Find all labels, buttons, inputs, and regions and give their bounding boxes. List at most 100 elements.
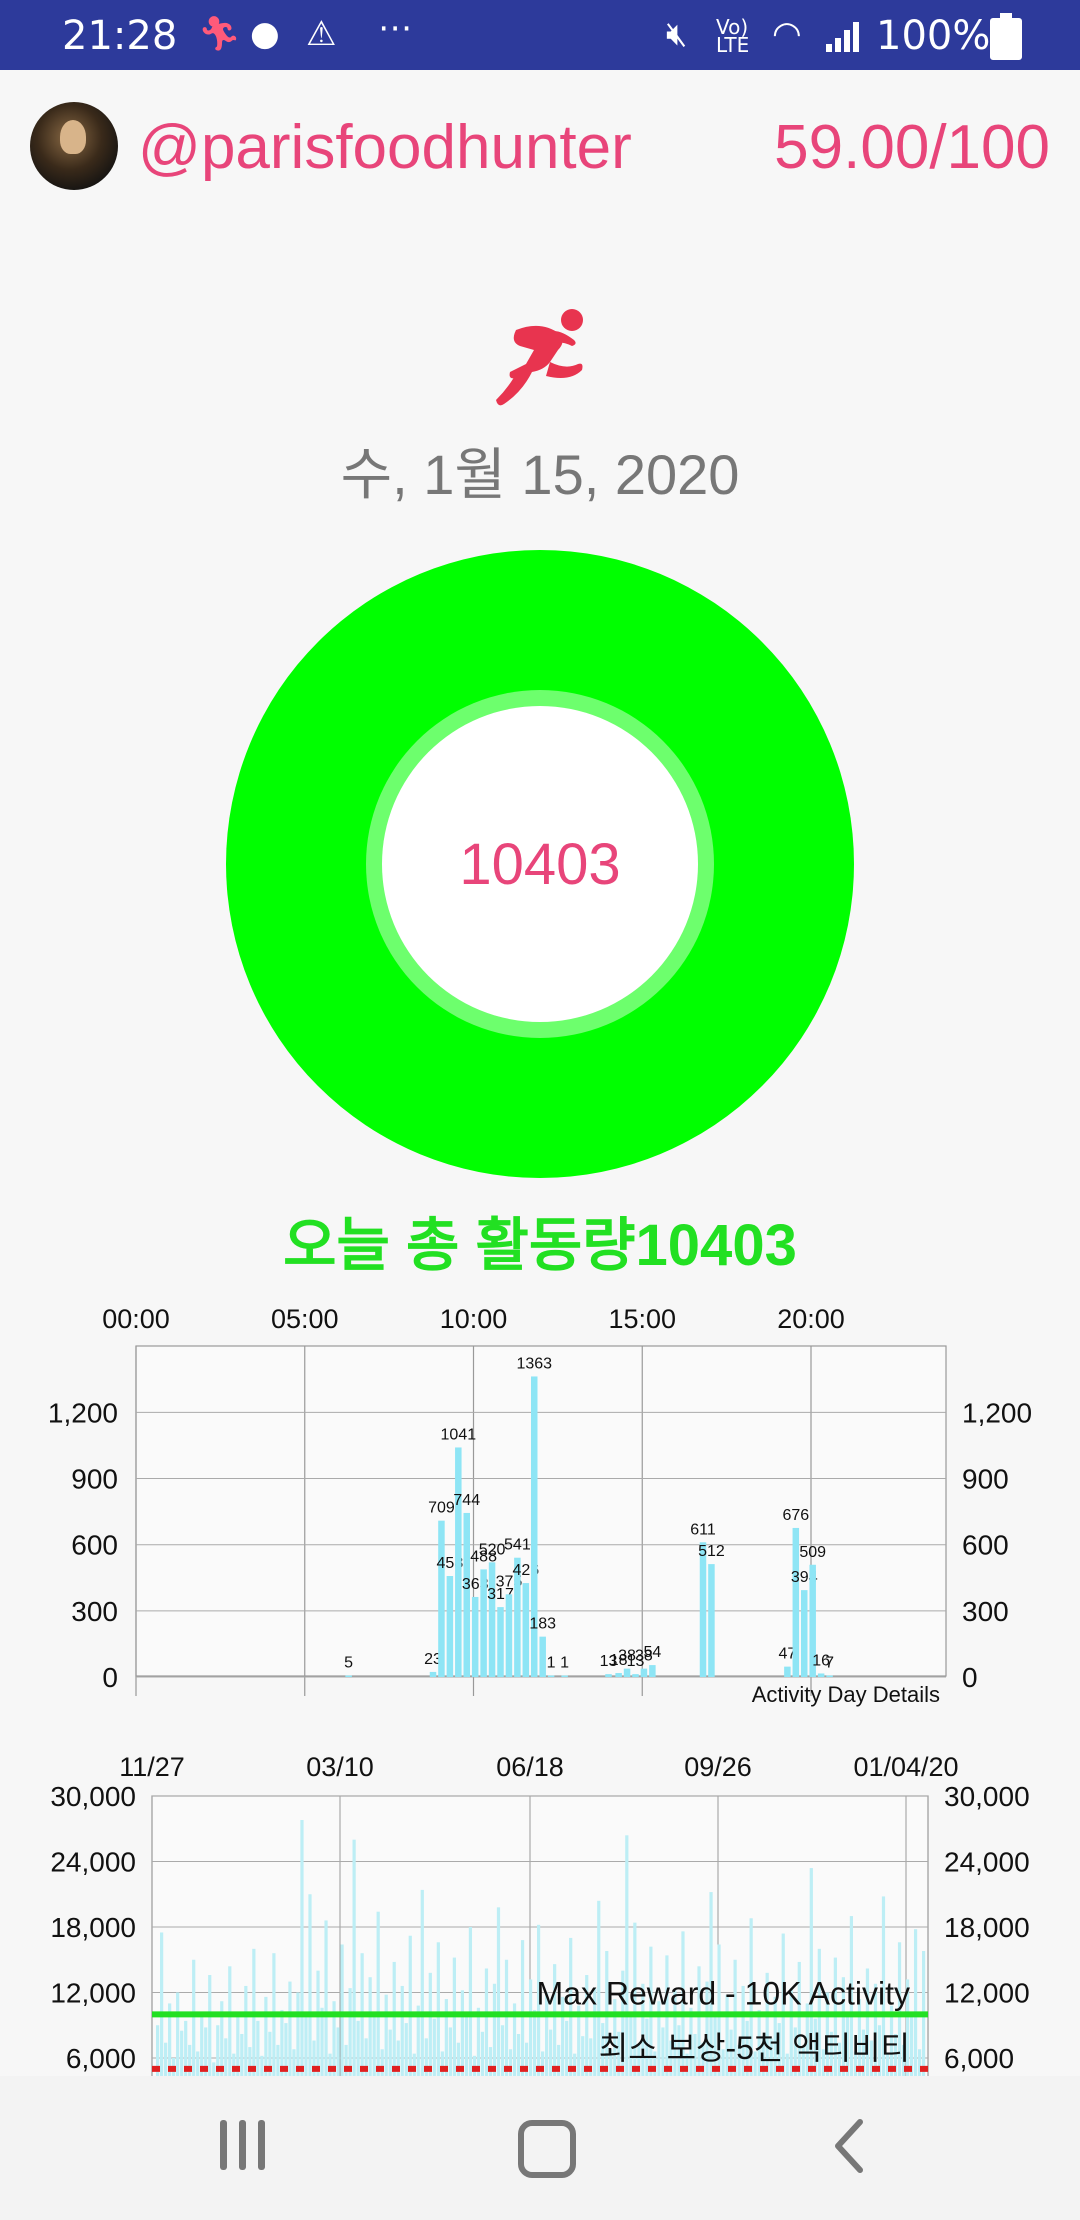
daily-bar <box>428 1972 432 2078</box>
alert-icon: ⚠︎ <box>306 14 337 54</box>
mute-icon: 🔇︎ <box>666 14 688 54</box>
daily-bar <box>352 1839 356 2078</box>
daily-bar <box>276 2044 280 2078</box>
activity-bar <box>345 1675 352 1677</box>
bar-value-label: 1041 <box>441 1426 477 1443</box>
daily-bar <box>424 2038 428 2078</box>
daily-bar <box>372 2012 376 2078</box>
day-activity-chart: 00:00 05:00 10:00 15:00 20:00 0 0 300 300 600 600 9… <box>48 1304 1032 1707</box>
daily-bar <box>288 1981 292 2078</box>
recent-apps-button[interactable] <box>218 2120 268 2172</box>
daily-bar <box>500 2025 505 2078</box>
bar-value-label: 7 <box>825 1654 834 1671</box>
daily-bar <box>549 2029 553 2078</box>
activity-bar <box>640 1668 648 1677</box>
daily-bar <box>456 2042 460 2078</box>
activity-bar <box>699 1542 707 1677</box>
activity-bar <box>505 1594 513 1677</box>
daily-bar <box>312 2040 316 2078</box>
history-activity-chart: 11/27 03/10 06/18 09/26 01/04/20 6,000 6,000 12… <box>50 1752 1030 2078</box>
activity-bar <box>708 1564 715 1677</box>
activity-bar <box>446 1576 454 1677</box>
activity-bar <box>488 1562 496 1677</box>
daily-bar <box>516 2033 521 2078</box>
daily-bar <box>524 2042 529 2078</box>
x-tick-label: 05:00 <box>271 1304 339 1334</box>
chart-corner-label: Activity Day Details <box>752 1682 940 1707</box>
y-tick-label-right: 900 <box>962 1464 1009 1495</box>
daily-bar <box>180 2030 184 2078</box>
daily-bar <box>420 1889 424 2078</box>
y-tick-label-left: 12,000 <box>50 1978 136 2009</box>
daily-bar <box>508 2049 513 2078</box>
daily-bar <box>412 2053 416 2078</box>
daily-bar <box>408 1935 412 2078</box>
y-tick-label-left: 18,000 <box>50 1912 136 1943</box>
runner-icon: 🏃︎ <box>198 14 242 54</box>
y-tick-label-left: 30,000 <box>50 1781 136 1812</box>
y-tick-label-right: 6,000 <box>944 2043 1014 2074</box>
daily-bar <box>260 2055 264 2078</box>
bar-value-label: 512 <box>698 1543 725 1560</box>
daily-bar <box>388 2029 392 2078</box>
daily-bar <box>440 2051 444 2078</box>
daily-bar <box>344 2044 348 2078</box>
activity-bar <box>471 1596 479 1677</box>
daily-bar <box>364 2038 368 2078</box>
daily-bar <box>496 1907 501 2078</box>
profile-header: @parisfoodhunter 59.00/100 <box>0 70 1080 225</box>
activity-bar <box>438 1520 445 1677</box>
daily-bar <box>541 2051 545 2078</box>
navigation-bar <box>0 2076 1080 2220</box>
activity-bar <box>463 1512 470 1677</box>
daily-bar <box>340 1944 344 2078</box>
username[interactable]: @parisfoodhunter <box>138 112 632 183</box>
total-activity-label: 오늘 총 활동량10403 <box>283 1213 797 1278</box>
daily-bar <box>436 1942 440 2078</box>
status-time: 21:28 <box>62 13 178 59</box>
home-button[interactable] <box>518 2120 576 2178</box>
x-tick-label: 09/26 <box>684 1752 752 1782</box>
daily-bar <box>504 1959 509 2078</box>
daily-bar <box>528 1979 533 2078</box>
battery-percent: 100% <box>876 13 991 59</box>
y-tick-label-right: 1,200 <box>962 1397 1032 1428</box>
bar-value-label: 183 <box>529 1616 556 1633</box>
daily-bar <box>300 1820 304 2078</box>
more-dots-icon: ⋯ <box>378 8 412 48</box>
daily-bar <box>308 1894 312 2078</box>
x-tick-label: 20:00 <box>777 1304 845 1334</box>
daily-bar <box>913 1929 918 2078</box>
x-tick-label: 00:00 <box>102 1304 170 1334</box>
y-tick-label-left: 0 <box>102 1662 118 1693</box>
daily-bar <box>208 1975 212 2078</box>
daily-bar <box>368 1977 372 2078</box>
daily-bar <box>488 2047 493 2078</box>
bar-value-label: 611 <box>690 1521 716 1538</box>
bar-value-label: 744 <box>453 1492 480 1509</box>
daily-bar <box>316 1970 320 2078</box>
daily-bar <box>492 1983 497 2078</box>
activity-bar <box>649 1665 656 1677</box>
daily-bar <box>228 1966 232 2078</box>
y-tick-label-left: 900 <box>71 1464 118 1495</box>
donut-center: 10403 <box>382 706 698 1022</box>
bar-value-label: 1363 <box>516 1355 552 1372</box>
status-bar: 21:28 🏃︎ ● ⚠︎ ⋯ 🔇︎ Vo) LTE ◠ 100% <box>0 0 1080 70</box>
activity-bar <box>455 1447 462 1677</box>
daily-bar <box>356 2020 360 2078</box>
daily-bar <box>328 2053 332 2078</box>
activity-bar <box>605 1674 612 1677</box>
back-button[interactable] <box>830 2116 870 2176</box>
score: 59.00/100 <box>774 113 1050 182</box>
daily-bar <box>176 1992 180 2078</box>
x-tick-label: 15:00 <box>608 1304 676 1334</box>
reference-line-label: Max Reward - 10K Activity <box>537 1975 910 2011</box>
avatar[interactable] <box>30 102 118 190</box>
wifi-icon: ◠ <box>772 14 802 54</box>
daily-bar <box>581 2036 585 2078</box>
daily-bar <box>240 2033 244 2078</box>
daily-bar <box>392 1961 396 2078</box>
daily-bar <box>432 2018 436 2078</box>
daily-bar <box>468 1927 473 2078</box>
